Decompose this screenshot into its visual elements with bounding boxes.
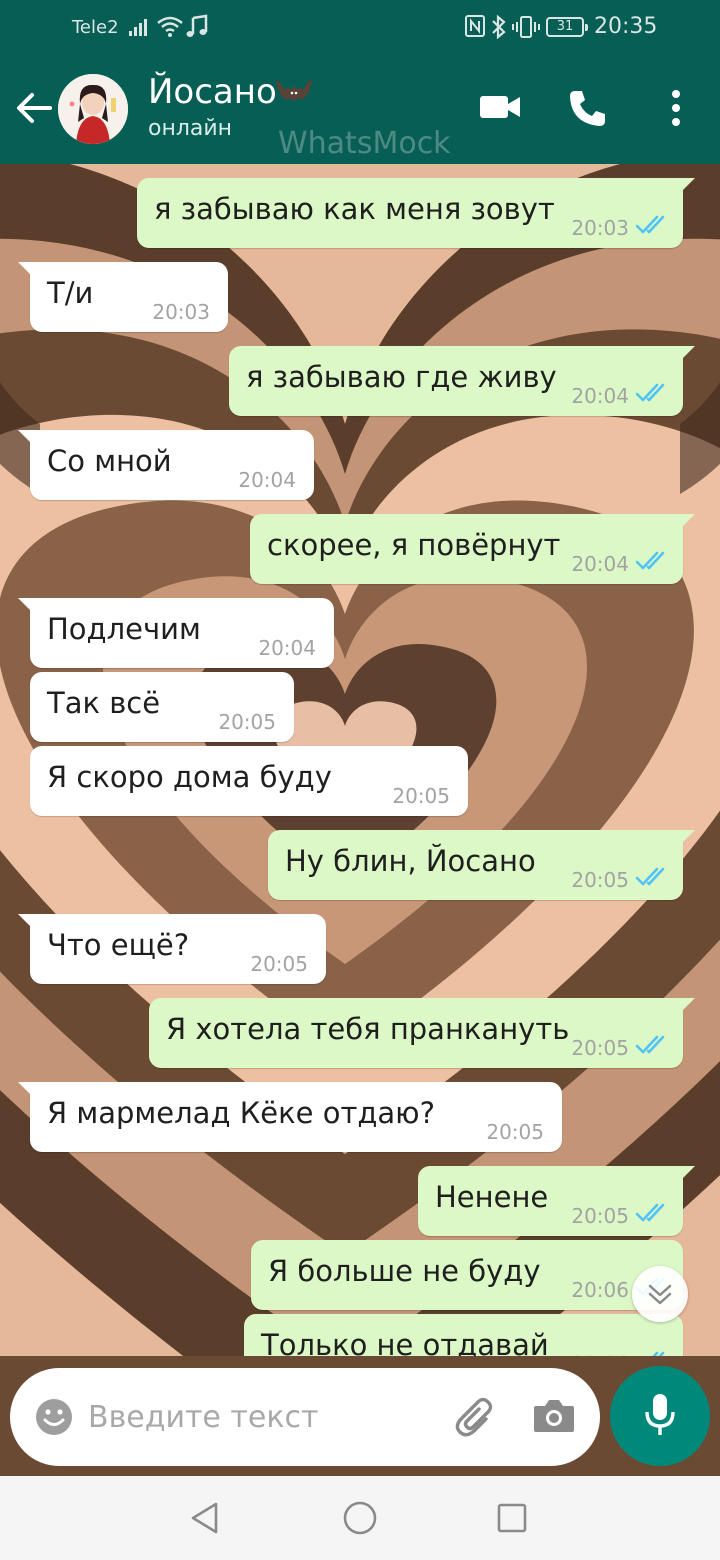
carrier-label: Tele2 bbox=[72, 17, 119, 38]
bat-icon bbox=[276, 80, 312, 102]
nav-recent-apps-icon[interactable] bbox=[496, 1502, 528, 1534]
message-time: 20:04 bbox=[258, 636, 316, 660]
message-text: я забываю где живу bbox=[246, 360, 557, 394]
bubble-tail bbox=[681, 1166, 695, 1180]
outgoing-message[interactable]: я забываю где живу 20:04 bbox=[229, 346, 695, 416]
message-text: Я больше не буду bbox=[268, 1254, 541, 1288]
message-input-bar bbox=[10, 1368, 600, 1466]
contact-avatar[interactable] bbox=[58, 74, 128, 144]
microphone-icon bbox=[645, 1394, 675, 1435]
message-time: 20:03 bbox=[152, 300, 210, 324]
double-check-read-icon bbox=[635, 1203, 665, 1222]
incoming-message[interactable]: Т/и 20:03 bbox=[18, 262, 228, 332]
message-text: Что ещё? bbox=[47, 928, 190, 962]
message-text: Только не отдавай bbox=[261, 1328, 549, 1356]
vibrate-icon bbox=[512, 16, 540, 38]
message-time: 20:04 bbox=[571, 552, 629, 576]
system-navigation-bar bbox=[0, 1476, 720, 1560]
incoming-message[interactable]: Так всё 20:05 bbox=[30, 672, 294, 742]
message-time: 20:05 bbox=[392, 784, 450, 808]
watermark: WhatsMock bbox=[278, 126, 451, 161]
outgoing-message[interactable]: Я хотела тебя пранкануть 20:05 bbox=[149, 998, 695, 1068]
bubble-tail bbox=[681, 998, 695, 1012]
message-text: Со мной bbox=[47, 444, 172, 478]
bubble-tail bbox=[681, 346, 695, 360]
outgoing-message[interactable]: Только не отдавай 20:06 bbox=[244, 1314, 683, 1356]
bubble-tail bbox=[18, 262, 32, 276]
camera-icon[interactable] bbox=[532, 1396, 576, 1436]
message-time: 20:04 bbox=[238, 468, 296, 492]
clock: 20:35 bbox=[594, 14, 658, 39]
more-options-icon[interactable] bbox=[664, 88, 688, 128]
double-chevron-down-icon bbox=[648, 1284, 672, 1305]
message-input[interactable] bbox=[88, 1384, 428, 1450]
message-text: Ненене bbox=[435, 1180, 549, 1214]
message-text: Так всё bbox=[47, 686, 161, 720]
incoming-message[interactable]: Что ещё? 20:05 bbox=[18, 914, 326, 984]
contact-status: онлайн bbox=[148, 116, 233, 141]
message-time: 20:06 bbox=[571, 1352, 629, 1356]
message-time: 20:05 bbox=[571, 868, 629, 892]
battery-icon: 31 bbox=[546, 17, 588, 37]
nfc-icon bbox=[465, 15, 485, 37]
message-time: 20:03 bbox=[571, 216, 629, 240]
message-text: скорее, я повёрнут bbox=[267, 528, 561, 562]
outgoing-message[interactable]: скорее, я повёрнут 20:04 bbox=[250, 514, 695, 584]
status-bar: Tele2 31 20:35 bbox=[0, 0, 720, 54]
incoming-message[interactable]: Я скоро дома буду 20:05 bbox=[30, 746, 468, 816]
message-text: Я мармелад Кёке отдаю? bbox=[47, 1096, 435, 1130]
incoming-message[interactable]: Подлечим 20:04 bbox=[18, 598, 334, 668]
video-call-icon[interactable] bbox=[478, 90, 522, 124]
nav-back-icon[interactable] bbox=[188, 1500, 224, 1536]
outgoing-message[interactable]: Ненене 20:05 bbox=[418, 1166, 695, 1236]
outgoing-message[interactable]: я забываю как меня зовут 20:03 bbox=[137, 178, 695, 248]
bubble-tail bbox=[681, 178, 695, 192]
avatar-image bbox=[58, 74, 128, 144]
message-time: 20:05 bbox=[571, 1036, 629, 1060]
voice-record-button[interactable] bbox=[610, 1366, 710, 1466]
message-text: Я хотела тебя пранкануть bbox=[166, 1012, 570, 1046]
phone-call-icon[interactable] bbox=[566, 88, 608, 130]
message-time: 20:05 bbox=[571, 1204, 629, 1228]
message-text: Подлечим bbox=[47, 612, 201, 646]
bubble-tail bbox=[681, 830, 695, 844]
bubble-tail bbox=[18, 598, 32, 612]
outgoing-message[interactable]: Ну блин, Йосано 20:05 bbox=[268, 830, 695, 900]
message-time: 20:05 bbox=[250, 952, 308, 976]
bubble-tail bbox=[18, 1082, 32, 1096]
wifi-icon bbox=[157, 16, 183, 37]
message-text: Ну блин, Йосано bbox=[285, 844, 536, 878]
message-text: Т/и bbox=[47, 276, 94, 310]
chat-header: Йосано онлайн WhatsMock bbox=[0, 54, 720, 164]
double-check-read-icon bbox=[635, 551, 665, 570]
message-text: я забываю как меня зовут bbox=[154, 192, 555, 226]
back-arrow-icon[interactable] bbox=[14, 86, 54, 130]
emoji-icon[interactable] bbox=[34, 1397, 74, 1437]
double-check-read-icon bbox=[652, 1351, 665, 1356]
chat-area[interactable]: я забываю как меня зовут 20:03 Т/и 20:03 я з… bbox=[0, 164, 720, 1356]
bluetooth-icon bbox=[492, 14, 506, 40]
message-time: 20:04 bbox=[571, 384, 629, 408]
double-check-read-icon bbox=[635, 867, 665, 886]
scroll-to-bottom-button[interactable] bbox=[632, 1266, 688, 1322]
double-check-read-icon bbox=[635, 1035, 665, 1054]
outgoing-message[interactable]: Я больше не буду 20:06 bbox=[251, 1240, 683, 1310]
double-check-read-icon bbox=[635, 215, 665, 234]
bubble-tail bbox=[18, 430, 32, 444]
message-time: 20:05 bbox=[486, 1120, 544, 1144]
signal-icon bbox=[129, 19, 147, 36]
contact-name[interactable]: Йосано bbox=[148, 72, 277, 112]
message-text: Я скоро дома буду bbox=[47, 760, 332, 794]
paperclip-icon[interactable] bbox=[454, 1395, 500, 1441]
message-time: 20:05 bbox=[218, 710, 276, 734]
message-time: 20:06 bbox=[571, 1278, 629, 1302]
incoming-message[interactable]: Со мной 20:04 bbox=[18, 430, 314, 500]
double-check-read-icon bbox=[635, 383, 665, 402]
nav-home-icon[interactable] bbox=[342, 1500, 378, 1536]
bubble-tail bbox=[681, 514, 695, 528]
music-note-icon bbox=[186, 14, 208, 37]
incoming-message[interactable]: Я мармелад Кёке отдаю? 20:05 bbox=[18, 1082, 562, 1152]
bubble-tail bbox=[18, 914, 32, 928]
